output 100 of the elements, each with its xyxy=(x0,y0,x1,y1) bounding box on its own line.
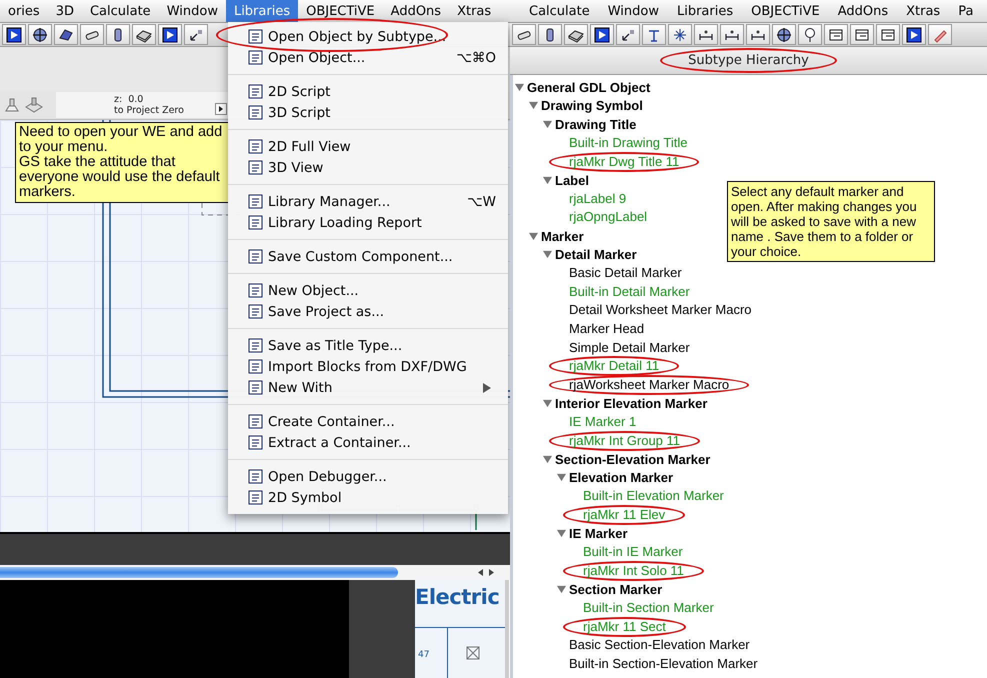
shortcut-label: ⌥⌘O xyxy=(456,50,496,66)
menu-item[interactable]: New With xyxy=(228,377,508,398)
tree-item[interactable]: rjaWorksheet Marker Macro xyxy=(549,374,750,395)
tree-item[interactable]: rjaMkr 11 Elev xyxy=(563,504,686,525)
menu-title[interactable]: Calculate xyxy=(82,0,159,22)
menu-title[interactable]: Calculate xyxy=(520,0,599,22)
tree-item[interactable]: Simple Detail Marker xyxy=(569,340,690,355)
menu-item[interactable]: Save Project as... xyxy=(228,301,508,322)
menu-item[interactable]: Create Container... xyxy=(228,411,508,432)
disclosure-triangle-icon[interactable] xyxy=(529,232,538,241)
play-icon[interactable] xyxy=(906,26,922,42)
window-icon[interactable] xyxy=(854,26,870,42)
disclosure-triangle-icon[interactable] xyxy=(557,584,566,594)
tree-item[interactable]: Detail Worksheet Marker Macro xyxy=(569,303,752,318)
document-icon xyxy=(248,139,263,154)
menu-title[interactable]: OBJECTiVE xyxy=(298,0,383,22)
window-icon[interactable] xyxy=(828,26,844,42)
document-icon xyxy=(248,105,263,120)
tree-item[interactable]: rjaMkr Detail 11 xyxy=(549,356,680,376)
tree-item[interactable]: Basic Detail Marker xyxy=(569,266,682,280)
tree-group-label[interactable]: Label xyxy=(555,172,589,188)
menu-title[interactable]: AddOns xyxy=(382,0,450,22)
tree-group-label[interactable]: Drawing Title xyxy=(555,116,636,132)
document-icon xyxy=(248,414,263,429)
disclosure-triangle-icon[interactable] xyxy=(543,454,552,464)
disclosure-triangle-icon[interactable] xyxy=(543,398,552,408)
tree-group-label[interactable]: General GDL Object xyxy=(527,80,650,95)
tree-group-label[interactable]: Detail Marker xyxy=(555,247,637,262)
tree-group-label[interactable]: Drawing Symbol xyxy=(541,98,643,114)
menu-title[interactable]: ories xyxy=(0,0,48,22)
sticky-note: Need to open your WE and add to your menu. GS take the attitude that everyone would use the default markers. xyxy=(15,122,229,203)
menu-item[interactable]: Library Loading Report xyxy=(228,212,508,233)
tree-item[interactable]: Basic Section-Elevation Marker xyxy=(569,638,750,652)
horizontal-scrollbar[interactable] xyxy=(0,565,510,580)
tree-item[interactable]: Built-in Elevation Marker xyxy=(583,489,724,504)
tree-item[interactable]: rjaMkr Dwg Title 11 xyxy=(549,152,700,172)
menu-title[interactable]: AddOns xyxy=(828,0,898,22)
tree-item[interactable]: Built-in Section-Elevation Marker xyxy=(569,656,758,671)
play-icon[interactable] xyxy=(6,26,22,42)
menu-item[interactable]: Extract a Container... xyxy=(228,432,508,453)
menu-title[interactable]: Libraries xyxy=(668,0,742,22)
tree-item[interactable]: rjaMkr Int Group 11 xyxy=(549,430,700,451)
tree-group-label[interactable]: Section Marker xyxy=(569,582,662,597)
roof-icon[interactable] xyxy=(58,26,74,42)
document-icon xyxy=(248,490,263,505)
crosshair-icon[interactable] xyxy=(776,26,792,42)
disclosure-triangle-icon[interactable] xyxy=(529,101,538,110)
tree-item[interactable]: rjaMkr Int Solo 11 xyxy=(563,560,704,581)
menu-item[interactable]: Save as Title Type... xyxy=(228,335,508,356)
left-arrow-icon[interactable] xyxy=(476,568,485,577)
disclosure-triangle-icon[interactable] xyxy=(543,120,552,129)
menu-title[interactable]: Window xyxy=(158,0,226,22)
disclosure-triangle-icon[interactable] xyxy=(557,473,566,482)
sparkle-icon[interactable] xyxy=(672,26,688,42)
menu-item[interactable]: Import Blocks from DXF/DWG xyxy=(228,356,508,377)
menu-item[interactable]: Save Custom Component... xyxy=(228,246,508,267)
window-icon[interactable] xyxy=(880,26,896,42)
play-icon[interactable] xyxy=(162,26,178,42)
tree-item[interactable]: Built-in Section Marker xyxy=(583,600,714,615)
tree-group-label[interactable]: Marker xyxy=(541,228,584,244)
tree-item[interactable]: rjaLabel 9 xyxy=(569,192,626,206)
disclosure-triangle-icon[interactable] xyxy=(543,250,552,260)
tree-group-label[interactable]: Section-Elevation Marker xyxy=(555,452,710,467)
menu-title[interactable]: Xtras xyxy=(449,0,500,22)
menu-title[interactable]: OBJECTiVE xyxy=(742,0,829,22)
right-arrow-icon[interactable] xyxy=(487,568,496,577)
menu-item[interactable]: Library Manager... ⌥W xyxy=(228,191,508,212)
tree-item[interactable]: rjaOpngLabel xyxy=(569,210,648,224)
pin-icon[interactable] xyxy=(802,26,818,42)
menu-title[interactable]: Window xyxy=(598,0,668,22)
tree-item[interactable]: Built-in Detail Marker xyxy=(569,284,690,299)
tree-item[interactable]: Built-in IE Marker xyxy=(583,545,683,560)
menu-item[interactable]: 2D Full View xyxy=(228,136,508,157)
disclosure-triangle-icon[interactable] xyxy=(515,82,524,92)
menu-title[interactable]: 3D xyxy=(48,0,82,22)
document-icon xyxy=(248,435,263,450)
menu-item[interactable]: 3D View xyxy=(228,157,508,178)
elevation-icon[interactable] xyxy=(24,95,44,115)
tree-item[interactable]: Marker Head xyxy=(569,322,644,336)
disclosure-triangle-icon[interactable] xyxy=(543,176,552,185)
menu-title[interactable]: Xtras xyxy=(897,0,950,22)
play-icon[interactable] xyxy=(594,26,610,42)
document-icon xyxy=(248,283,263,298)
menu-item[interactable]: New Object... xyxy=(228,280,508,301)
disclosure-triangle-icon[interactable] xyxy=(557,529,566,538)
tree-item[interactable]: rjaMkr 11 Sect xyxy=(563,616,686,637)
menu-item[interactable]: 2D Symbol xyxy=(228,487,508,508)
crosshair-icon[interactable] xyxy=(32,26,48,42)
menu-item[interactable]: Open Debugger... xyxy=(228,466,508,487)
tree-group-label[interactable]: Interior Elevation Marker xyxy=(555,396,708,411)
document-icon xyxy=(248,84,263,99)
document-icon xyxy=(248,29,263,44)
tree-group-label[interactable]: Elevation Marker xyxy=(569,470,674,486)
menu-title[interactable]: Pa xyxy=(949,0,982,22)
menu-item[interactable]: 3D Script xyxy=(228,102,508,123)
tree-group-label[interactable]: IE Marker xyxy=(569,526,628,542)
menu-item[interactable]: 2D Script xyxy=(228,81,508,102)
tree-item[interactable]: Built-in Drawing Title xyxy=(569,136,688,150)
menu-title[interactable]: Libraries xyxy=(226,0,298,22)
tree-item[interactable]: IE Marker 1 xyxy=(569,414,636,429)
